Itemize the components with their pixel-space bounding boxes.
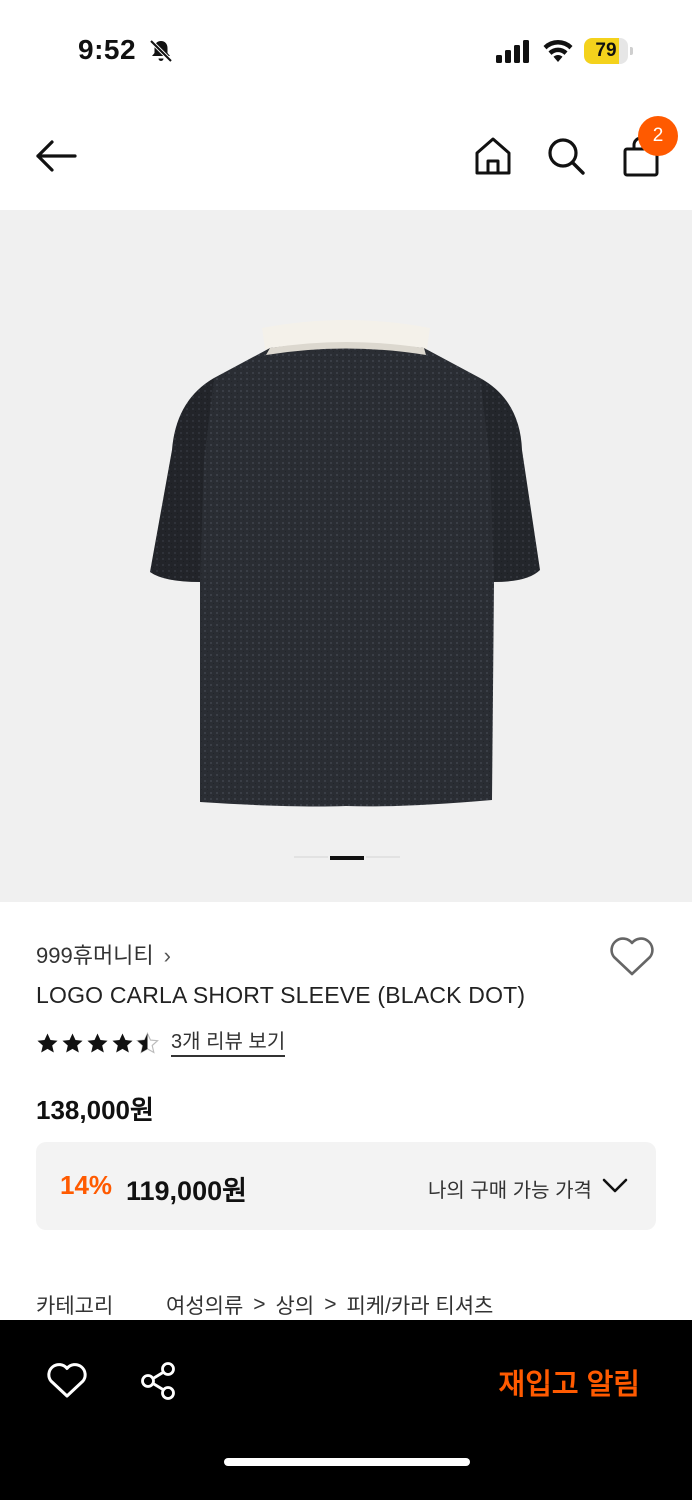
star-full-icon: [87, 1032, 108, 1053]
chevron-right-icon: ›: [163, 943, 171, 968]
pager-dot: [366, 856, 400, 858]
top-nav: [0, 100, 692, 210]
image-pager: [294, 856, 400, 860]
home-icon[interactable]: [474, 136, 512, 176]
sale-price: 119,000원: [126, 1176, 247, 1206]
pager-dot: [294, 856, 328, 858]
search-icon[interactable]: [546, 136, 586, 176]
product-image-gallery[interactable]: [0, 210, 692, 902]
category-label: 카테고리: [36, 1295, 114, 1318]
cart-count-badge[interactable]: 2: [638, 116, 678, 156]
signal-icon: [496, 40, 529, 63]
breadcrumb-separator: >: [253, 1293, 266, 1316]
rating-stars: [36, 1031, 159, 1055]
share-icon[interactable]: [138, 1360, 178, 1402]
category-row: 카테고리 여성의류 > 상의 > 피케/카라 티셔츠: [36, 1290, 493, 1320]
heart-icon[interactable]: [46, 1362, 88, 1400]
back-arrow-icon[interactable]: [34, 138, 78, 174]
my-price-label: 나의 구매 가능 가격: [428, 1180, 592, 1202]
battery-icon: 79: [584, 38, 634, 64]
status-time: 9:52: [78, 34, 137, 65]
heart-icon[interactable]: [608, 936, 656, 978]
bottom-action-bar: 재입고 알림: [0, 1320, 692, 1500]
star-half-icon: [136, 1031, 159, 1054]
breadcrumb-separator: >: [324, 1293, 337, 1316]
category-crumb[interactable]: 피케/카라 티셔츠: [346, 1290, 493, 1320]
category-crumb[interactable]: 상의: [276, 1290, 315, 1320]
brand-name: 999휴머니티: [36, 943, 154, 968]
restock-alert-button[interactable]: 재입고 알림: [460, 1360, 640, 1404]
brand-link[interactable]: 999휴머니티 ›: [36, 938, 171, 970]
home-indicator: [224, 1458, 470, 1466]
pager-dot-active: [330, 856, 364, 860]
product-name: LOGO CARLA SHORT SLEEVE (BLACK DOT): [36, 982, 526, 1008]
original-price: 138,000원: [36, 1095, 154, 1125]
star-full-icon: [62, 1032, 83, 1053]
rating-row: 3개 리뷰 보기: [36, 1028, 286, 1058]
review-link[interactable]: 3개 리뷰 보기: [171, 1029, 286, 1057]
discount-rate: 14%: [60, 1170, 113, 1200]
category-crumb[interactable]: 여성의류: [166, 1290, 243, 1320]
star-full-icon: [112, 1032, 133, 1053]
status-bar: 9:52 79: [0, 0, 692, 100]
bell-off-icon: [149, 39, 173, 63]
wifi-icon: [543, 39, 573, 62]
discount-price-box[interactable]: 14% 119,000원 나의 구매 가능 가격: [36, 1142, 656, 1230]
chevron-down-icon[interactable]: [602, 1176, 628, 1196]
product-photo: [150, 320, 540, 807]
star-full-icon: [37, 1032, 58, 1053]
battery-level: 79: [595, 40, 617, 61]
